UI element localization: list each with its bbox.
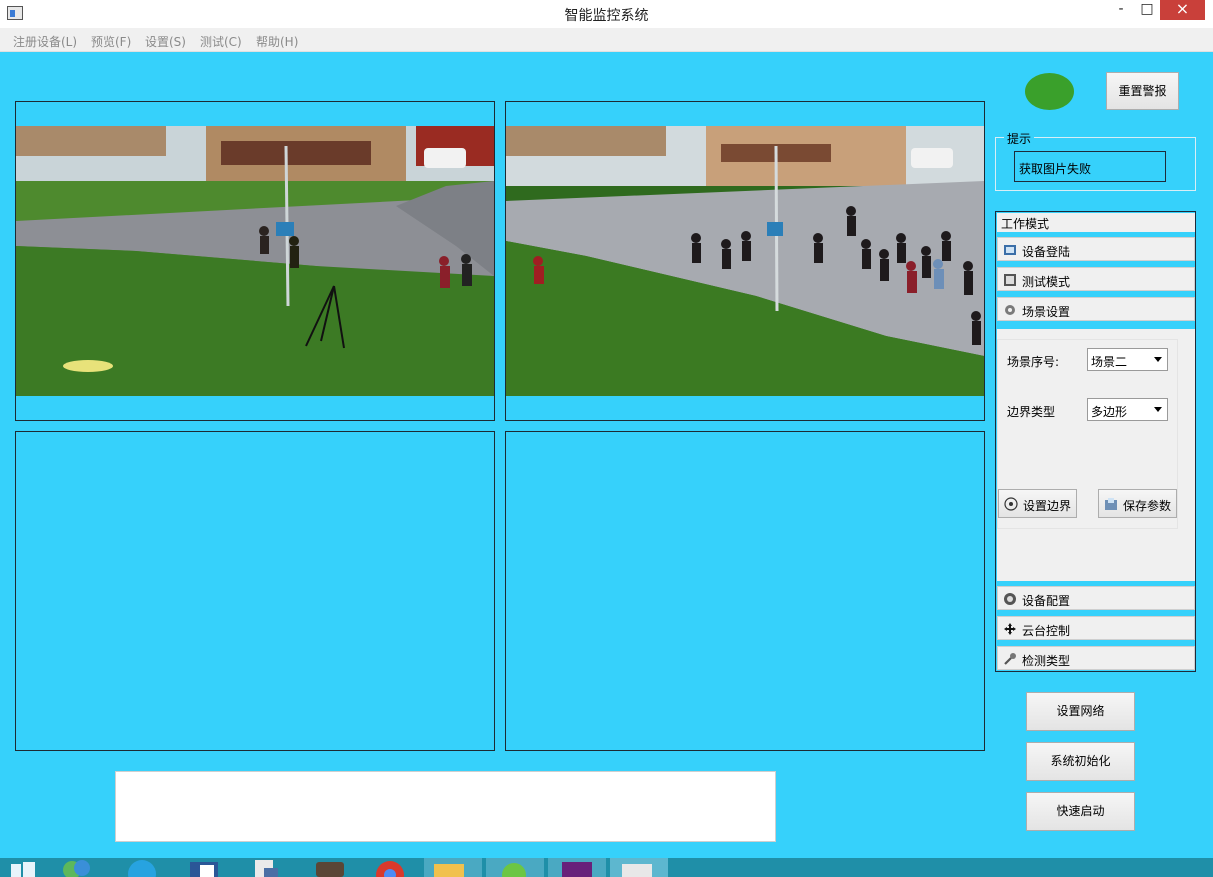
tab-detection-type-label: 检测类型 <box>1022 654 1071 668</box>
gear-icon <box>1005 305 1015 315</box>
menu-settings[interactable]: 设置(S) <box>145 33 186 50</box>
chevron-down-icon <box>1154 357 1162 362</box>
work-mode-toolbox: 工作模式 设备登陆 测试模式 场景设置 场景序号: 场景二 边界类型 多边形 设… <box>995 211 1196 672</box>
hint-legend: 提示 <box>1004 130 1035 147</box>
camera-feed-2 <box>506 126 984 396</box>
tab-ptz-control[interactable]: 云台控制 <box>997 616 1195 640</box>
scene-number-value: 场景二 <box>1091 355 1128 369</box>
boundary-type-label: 边界类型 <box>1007 405 1056 419</box>
save-params-button[interactable]: 保存参数 <box>1098 489 1177 518</box>
window-title: 智能监控系统 <box>564 8 649 24</box>
document-viewer-icon[interactable] <box>250 858 286 877</box>
toolbox-header: 工作模式 <box>997 213 1195 232</box>
tab-device-config[interactable]: 设备配置 <box>997 586 1195 610</box>
save-params-label: 保存参数 <box>1123 499 1172 513</box>
word-icon[interactable] <box>186 858 222 877</box>
title-bar: 智能监控系统 - □ × <box>0 0 1213 28</box>
menu-preview[interactable]: 预览(F) <box>91 33 131 50</box>
menu-test[interactable]: 测试(C) <box>200 33 242 50</box>
login-icon <box>1004 245 1016 255</box>
camera-feed-1 <box>16 126 494 396</box>
tab-device-config-label: 设备配置 <box>1022 594 1071 608</box>
save-icon <box>1105 498 1117 510</box>
boundary-type-select[interactable]: 多边形 <box>1087 398 1168 421</box>
tab-device-login-label: 设备登陆 <box>1022 245 1071 259</box>
scene-settings-page: 场景序号: 场景二 边界类型 多边形 设置边界 保存参数 <box>997 329 1195 581</box>
chevron-down-icon <box>1154 407 1162 412</box>
close-button[interactable]: × <box>1160 0 1205 20</box>
system-init-button[interactable]: 系统初始化 <box>1026 742 1135 781</box>
test-mode-icon <box>1004 274 1016 286</box>
quick-start-button[interactable]: 快速启动 <box>1026 792 1135 831</box>
menu-help[interactable]: 帮助(H) <box>256 33 298 50</box>
boundary-icon <box>1004 497 1018 511</box>
tab-scene-settings-label: 场景设置 <box>1022 305 1071 319</box>
reset-alarm-button[interactable]: 重置警报 <box>1106 72 1179 110</box>
boundary-type-value: 多边形 <box>1091 405 1128 419</box>
refresh-app-icon[interactable] <box>486 858 544 877</box>
messenger-icon[interactable] <box>60 858 96 877</box>
taskbar <box>0 858 1213 877</box>
start-icon[interactable] <box>8 858 38 877</box>
set-boundary-button[interactable]: 设置边界 <box>998 489 1077 518</box>
tab-scene-settings[interactable]: 场景设置 <box>997 297 1195 321</box>
minimize-button[interactable]: - <box>1108 0 1134 20</box>
move-arrows-icon <box>1004 623 1016 635</box>
tab-device-login[interactable]: 设备登陆 <box>997 237 1195 261</box>
maximize-button[interactable]: □ <box>1134 0 1160 20</box>
scene-number-select[interactable]: 场景二 <box>1087 348 1168 371</box>
monitor-app-icon[interactable] <box>610 858 668 877</box>
status-indicator-led <box>1025 73 1074 110</box>
log-output-area[interactable] <box>115 771 776 842</box>
wrench-icon <box>1004 653 1016 665</box>
chat-app-icon[interactable] <box>124 858 160 877</box>
tab-ptz-control-label: 云台控制 <box>1022 624 1071 638</box>
video-panel-3[interactable] <box>15 431 495 751</box>
set-boundary-label: 设置边界 <box>1023 499 1072 513</box>
file-explorer-icon[interactable] <box>424 858 482 877</box>
video-panel-1[interactable] <box>15 101 495 421</box>
visual-studio-icon[interactable] <box>548 858 606 877</box>
menu-bar: 注册设备(L) 预览(F) 设置(S) 测试(C) 帮助(H) <box>0 28 1213 52</box>
chrome-icon[interactable] <box>372 858 408 877</box>
hint-message-field: 获取图片失败 <box>1014 151 1166 182</box>
menu-register-device[interactable]: 注册设备(L) <box>13 33 77 50</box>
video-panel-4[interactable] <box>505 431 985 751</box>
sublime-icon[interactable] <box>312 858 348 877</box>
tab-test-mode-label: 测试模式 <box>1022 275 1071 289</box>
camera-icon <box>1004 593 1016 605</box>
video-panel-2[interactable] <box>505 101 985 421</box>
scene-number-label: 场景序号: <box>1007 355 1060 369</box>
set-network-button[interactable]: 设置网络 <box>1026 692 1135 731</box>
tab-test-mode[interactable]: 测试模式 <box>997 267 1195 291</box>
tab-detection-type[interactable]: 检测类型 <box>997 646 1195 670</box>
